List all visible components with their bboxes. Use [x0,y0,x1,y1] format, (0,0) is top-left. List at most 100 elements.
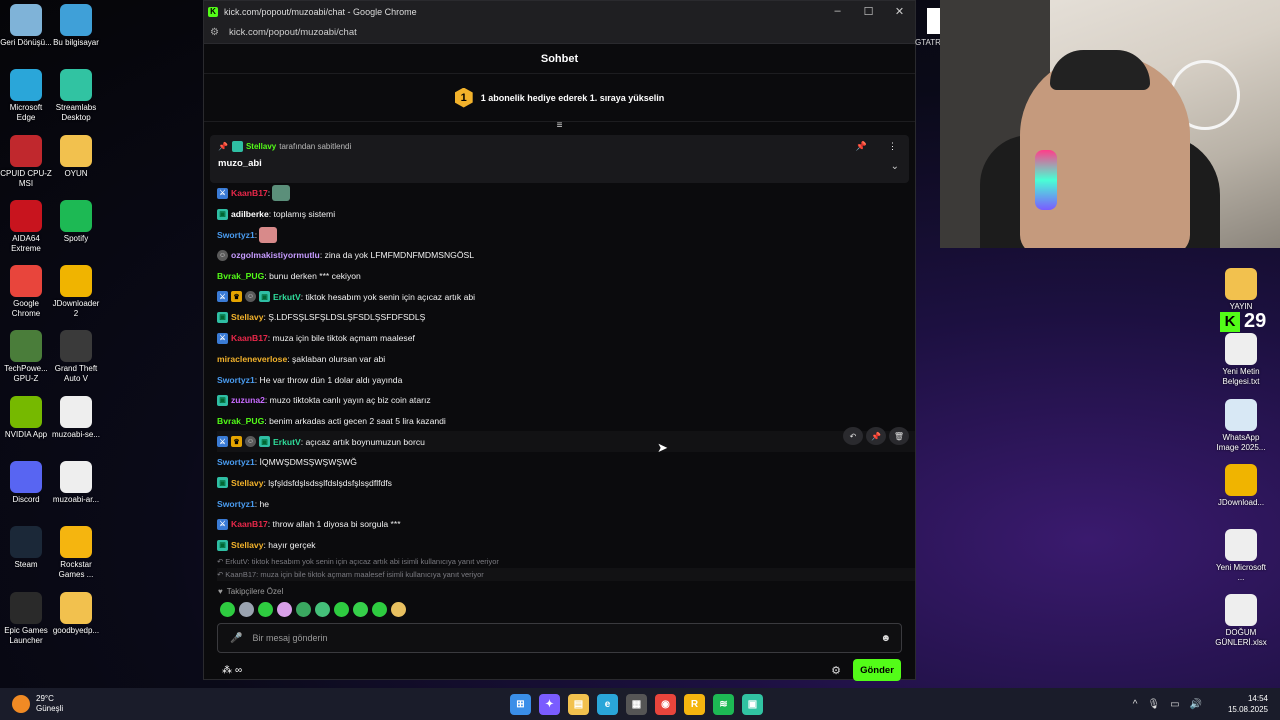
start-icon[interactable]: ⊞ [510,693,531,715]
store-icon[interactable]: ▦ [626,693,647,715]
desktop-shortcut[interactable]: muzoabi-se... [50,395,102,461]
chat-message[interactable]: Swortyz1: he [217,493,915,514]
spotify-icon[interactable]: ≋ [713,693,734,715]
chat-username[interactable]: KaanB17 [231,188,268,198]
desktop-shortcut[interactable]: WhatsApp Image 2025... [1212,398,1270,464]
emote-icon[interactable] [334,601,349,617]
chat-message[interactable]: ☺ ozgolmakistiyormutlu: zina da yok LFMFM… [217,245,915,266]
mic-tray-icon[interactable]: 🎙 [1147,699,1160,710]
minimize-button[interactable]: – [822,5,853,18]
emote-icon[interactable] [258,601,273,617]
emoji-picker-icon[interactable]: ☻ [880,633,891,644]
voice-icon[interactable]: 🎤 [230,633,242,644]
chat-username[interactable]: Bvrak_PUG [217,271,264,281]
emote-icon[interactable] [353,601,368,617]
maximize-button[interactable]: ☐ [853,5,884,18]
desktop-shortcut[interactable]: Bu bilgisayar [50,4,102,69]
chat-message[interactable]: ▣ zuzuna2: muzo tiktokta canlı yayın aç b… [217,390,915,411]
more-options-icon[interactable]: ⋮ [888,141,897,152]
chat-message[interactable]: Swortyz1: İQMWŞDMSŞWŞWŞWĞ [217,452,915,473]
chat-username[interactable]: adilberke [231,209,269,219]
chat-username[interactable]: Stellavy [231,540,264,550]
chat-username[interactable]: KaanB17 [231,333,268,343]
chat-message-list[interactable]: ⚔ KaanB17: ▣ adilberke: toplamış sistemi Swo… [204,183,915,583]
chat-message[interactable]: Bvrak_PUG: benim arkadas acti gecen 2 sa… [217,411,915,432]
desktop-shortcut[interactable]: JDownload... [1212,463,1270,529]
chat-username[interactable]: zuzuna2 [231,395,265,405]
chat-username[interactable]: Swortyz1 [217,230,255,240]
chat-username[interactable]: ozgolmakistiyormutlu [231,250,320,260]
send-button[interactable]: Gönder [853,659,901,681]
edge-icon[interactable]: e [597,693,618,715]
chat-message[interactable]: ⚔ ♛ ☺ ▣ ErkutV: tiktok hesabım yok senin içi… [217,286,915,307]
chat-message[interactable]: miracleneverlose: şaklaban olursan var a… [217,349,915,370]
desktop-shortcut[interactable]: Discord [0,461,52,526]
chat-username[interactable]: Bvrak_PUG [217,416,264,426]
points-icon[interactable]: ⁂ [222,665,232,676]
desktop-shortcut[interactable]: muzoabi-ar... [50,461,102,526]
chat-message[interactable]: ▣ Stellavy: lşfşldsfdşlsdsşlfdslşdsfşlsşd… [217,473,915,494]
chat-message[interactable]: Swortyz1: He var throw dün 1 dolar aldı … [217,369,915,390]
desktop-shortcut[interactable]: Steam [0,526,52,591]
emote-icon[interactable] [391,601,406,617]
chat-username[interactable]: ErkutV [273,437,301,447]
delete-icon[interactable]: 🗑 [889,427,909,445]
expand-chevron-icon[interactable]: ⌄ [891,161,899,172]
desktop-shortcut[interactable]: DOĞUM GÜNLERİ.xlsx [1212,594,1270,659]
weather-widget[interactable]: 29°C Güneşli [12,694,63,714]
site-info-icon[interactable]: ⚙ [210,27,219,38]
streamlabs-icon[interactable]: ▣ [742,693,763,715]
chat-username[interactable]: Stellavy [231,478,264,488]
desktop-shortcut[interactable]: Streamlabs Desktop [50,69,102,134]
chat-message[interactable]: ⚔ KaanB17: muza için bile tiktok açmam ma… [217,328,915,349]
emote-icon[interactable] [220,601,235,617]
desktop-shortcut[interactable]: OYUN [50,134,102,200]
leaderboard-toggle-icon[interactable]: ≡ [557,121,563,132]
rockstar-icon[interactable]: R [684,693,705,715]
chat-username[interactable]: KaanB17 [231,519,268,529]
pin-action-icon[interactable]: 📌 [866,427,886,445]
reply-icon[interactable]: ↶ [843,427,863,445]
chat-username[interactable]: miracleneverlose [217,354,287,364]
file-explorer-icon[interactable]: ▤ [568,693,589,715]
chat-username[interactable]: Swortyz1 [217,499,255,509]
chat-message[interactable]: ▣ Stellavy: Ş.LDFSŞLSFŞLDSLŞFSDLŞSFDFSDLŞ [217,307,915,328]
unpin-icon[interactable]: 📌 [856,141,867,152]
desktop-shortcut[interactable]: JDownloader 2 [50,265,102,330]
chat-message[interactable]: ⚔ ♛ ☺ ▣ ErkutV: açıcaz artık boynumuzun borc… [217,431,915,452]
chat-username[interactable]: Swortyz1 [217,457,255,467]
desktop-shortcut[interactable]: NVIDIA App [0,395,52,461]
reply-context[interactable]: ↶ KaanB17: muza için bile tiktok açmam m… [217,568,915,582]
desktop-shortcut[interactable]: Geri Dönüşü... [0,4,52,69]
chat-message[interactable]: ▣ Stellavy: hayır gerçek [217,535,915,556]
desktop-shortcut[interactable]: TechPowe... GPU-Z [0,330,52,395]
settings-gear-icon[interactable]: ⚙ [831,664,841,677]
clock[interactable]: 14:54 15.08.2025 [1228,693,1268,715]
chat-username[interactable]: ErkutV [273,292,301,302]
desktop-shortcut[interactable]: Yeni Microsoft ... [1212,529,1270,594]
sub-gift-promo[interactable]: 1 1 abonelik hediye ederek 1. sıraya yük… [204,74,915,122]
emote-icon[interactable] [277,601,292,617]
desktop-shortcut[interactable]: Yeni Metin Belgesi.txt [1212,333,1270,398]
chat-input[interactable]: 🎤 Bir mesaj gönderin ☻ [217,623,902,653]
chat-message[interactable]: Bvrak_PUG: bunu derken *** cekiyon [217,266,915,287]
emote-icon[interactable] [296,601,311,617]
desktop-shortcut[interactable]: goodbyedp... [50,591,102,657]
desktop-shortcut[interactable]: Grand Theft Auto V [50,330,102,395]
chevron-up-icon[interactable]: ^ [1133,699,1138,710]
chat-message[interactable]: ⚔ KaanB17: [217,183,915,204]
chat-message[interactable]: Swortyz1: [217,224,915,245]
copilot-icon[interactable]: ✦ [539,693,560,715]
emote-icon[interactable] [372,601,387,617]
desktop-shortcut[interactable]: Microsoft Edge [0,69,52,134]
pinned-by-user[interactable]: Stellavy [246,142,276,151]
desktop-shortcut[interactable]: Google Chrome [0,265,52,330]
desktop-shortcut[interactable]: AIDA64 Extreme [0,199,52,265]
reply-context[interactable]: ↶ ErkutV: tiktok hesabım yok senin için … [217,555,915,568]
chrome-icon[interactable]: ◉ [655,693,676,715]
emote-icon[interactable] [315,601,330,617]
desktop-shortcut[interactable]: Spotify [50,199,102,265]
pinned-message[interactable]: 📌 Stellavy tarafından sabitlendi muzo_ab… [210,135,909,183]
network-icon[interactable]: ▭ [1170,699,1179,710]
emote-icon[interactable] [239,601,254,617]
